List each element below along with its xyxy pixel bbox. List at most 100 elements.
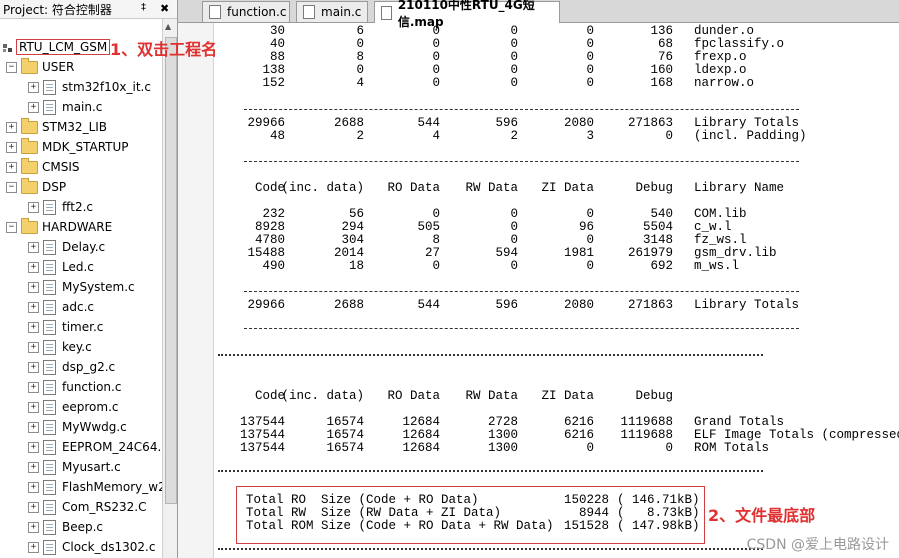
c-file-icon xyxy=(43,499,56,515)
tree-folder[interactable]: − DSP xyxy=(6,177,66,197)
c-file-icon xyxy=(43,259,56,275)
expand-icon[interactable]: + xyxy=(28,461,39,473)
tree-file[interactable]: + function.c xyxy=(28,377,121,397)
expand-icon[interactable]: + xyxy=(6,121,17,133)
expand-icon[interactable]: + xyxy=(28,361,39,373)
expand-icon[interactable]: + xyxy=(28,441,39,453)
tree-file[interactable]: + MySystem.c xyxy=(28,277,135,297)
tree-file[interactable]: + Delay.c xyxy=(28,237,105,257)
pin-icon[interactable]: ‡ xyxy=(141,2,146,13)
tree-file[interactable]: + Com_RS232.C xyxy=(28,497,146,517)
map-cell: 18 xyxy=(348,259,364,273)
collapse-icon[interactable]: − xyxy=(6,221,17,233)
editor-gutter xyxy=(178,23,214,558)
map-cell: 0 xyxy=(586,441,594,455)
expand-icon[interactable]: + xyxy=(6,141,17,153)
map-cell: 692 xyxy=(650,259,673,273)
tab-main-c[interactable]: main.c xyxy=(296,1,368,22)
separator-line xyxy=(218,354,763,356)
map-cell: 48 xyxy=(269,129,285,143)
c-file-icon xyxy=(43,539,56,555)
c-file-icon xyxy=(43,239,56,255)
tree-folder[interactable]: − USER xyxy=(6,57,74,77)
tree-file[interactable]: + eeprom.c xyxy=(28,397,119,417)
expand-icon[interactable]: + xyxy=(28,281,39,293)
separator-line xyxy=(218,470,763,472)
scrollbar-thumb[interactable] xyxy=(165,37,177,504)
tab-map-file[interactable]: 210110中性RTU_4G短信.map xyxy=(374,0,560,29)
expand-icon[interactable]: + xyxy=(28,501,39,513)
tree-item-label: FlashMemory_w2 xyxy=(62,480,166,494)
tree-item-label: adc.c xyxy=(62,300,94,314)
editor-tabs: function.c main.c 210110中性RTU_4G短信.map xyxy=(178,0,899,29)
collapse-icon[interactable]: − xyxy=(6,181,17,193)
library-row: 8928 294 505 0 96 5504 c_w.l xyxy=(214,221,899,234)
tree-folder[interactable]: + CMSIS xyxy=(6,157,80,177)
tree-file[interactable]: + dsp_g2.c xyxy=(28,357,115,377)
tree-folder[interactable]: + STM32_LIB xyxy=(6,117,107,137)
expand-icon[interactable]: + xyxy=(28,481,39,493)
tree-file[interactable]: + Clock_ds1302.c xyxy=(28,537,155,557)
expand-icon[interactable]: + xyxy=(28,241,39,253)
expand-icon[interactable]: + xyxy=(28,521,39,533)
tree-file[interactable]: + key.c xyxy=(28,337,92,357)
expand-icon[interactable]: + xyxy=(6,161,17,173)
tree-folder[interactable]: − HARDWARE xyxy=(6,217,112,237)
tree-folder[interactable]: + MDK_STARTUP xyxy=(6,137,129,157)
project-scrollbar[interactable]: ▲ xyxy=(162,19,177,558)
expand-icon[interactable]: + xyxy=(28,321,39,333)
map-name-cell: m_ws.l xyxy=(694,259,740,273)
tree-item-label: DSP xyxy=(42,180,67,194)
tree-file[interactable]: + EEPROM_24C64.C xyxy=(28,437,170,457)
map-file-editor[interactable]: 30 6 0 0 0 136 dunder.o 40 0 0 0 0 68 fpclassify.o 88 8… xyxy=(214,23,899,558)
expand-icon[interactable]: + xyxy=(28,201,39,213)
c-file-icon xyxy=(43,519,56,535)
grand-totals-row: 137544 16574 12684 1300 6216 1119688 ELF Image… xyxy=(214,429,899,442)
target-icon xyxy=(2,42,14,52)
expand-icon[interactable]: + xyxy=(28,101,39,113)
tree-file[interactable]: + adc.c xyxy=(28,297,94,317)
object-row: 40 0 0 0 0 68 fpclassify.o xyxy=(214,38,899,51)
map-cell: (inc. data) xyxy=(281,181,364,195)
tree-item-label: main.c xyxy=(62,100,103,114)
expand-icon[interactable]: + xyxy=(28,401,39,413)
expand-icon[interactable]: + xyxy=(28,301,39,313)
tree-file[interactable]: + Myusart.c xyxy=(28,457,121,477)
expand-icon[interactable]: + xyxy=(28,341,39,353)
map-cell: RW Data xyxy=(465,389,518,403)
tab-function-c[interactable]: function.c xyxy=(202,1,290,22)
tree-file[interactable]: + MyWwdg.c xyxy=(28,417,127,437)
close-icon[interactable]: ✖ xyxy=(160,2,169,15)
library-row: 4780 304 8 0 0 3148 fz_ws.l xyxy=(214,234,899,247)
tree-file[interactable]: + stm32f10x_it.c xyxy=(28,77,151,97)
map-cell: 152 xyxy=(262,76,285,90)
map-name-cell: narrow.o xyxy=(694,76,755,90)
tree-file[interactable]: + Beep.c xyxy=(28,517,103,537)
grand-totals-row: 137544 16574 12684 1300 0 0 ROM Totals xyxy=(214,442,899,455)
project-root[interactable]: RTU_LCM_GSM xyxy=(2,37,111,57)
tree-item-label: function.c xyxy=(62,380,122,394)
map-cell: 137544 xyxy=(239,441,285,455)
expand-icon[interactable]: + xyxy=(28,81,39,93)
project-panel: Project: 符合控制器 ‡ ✖ RTU_LCM_GSM − USER + stm… xyxy=(0,0,178,558)
separator-line xyxy=(218,548,763,550)
separator-line xyxy=(244,328,799,329)
tree-file[interactable]: + fft2.c xyxy=(28,197,93,217)
map-cell: 0 xyxy=(432,259,440,273)
c-file-icon xyxy=(43,319,56,335)
tree-file[interactable]: + FlashMemory_w2 xyxy=(28,477,166,497)
tree-file[interactable]: + main.c xyxy=(28,97,102,117)
project-root-label[interactable]: RTU_LCM_GSM xyxy=(16,39,111,55)
tree-file[interactable]: + timer.c xyxy=(28,317,103,337)
expand-icon[interactable]: + xyxy=(28,381,39,393)
map-cell: 16574 xyxy=(326,441,364,455)
map-name-cell: (incl. Padding) xyxy=(694,129,807,143)
collapse-icon[interactable]: − xyxy=(6,61,17,73)
expand-icon[interactable]: + xyxy=(28,541,39,553)
c-file-icon xyxy=(43,399,56,415)
watermark: CSDN @爱上电路设计 xyxy=(746,537,889,553)
expand-icon[interactable]: + xyxy=(28,421,39,433)
scroll-up-icon[interactable]: ▲ xyxy=(165,22,171,31)
tree-file[interactable]: + Led.c xyxy=(28,257,94,277)
expand-icon[interactable]: + xyxy=(28,261,39,273)
